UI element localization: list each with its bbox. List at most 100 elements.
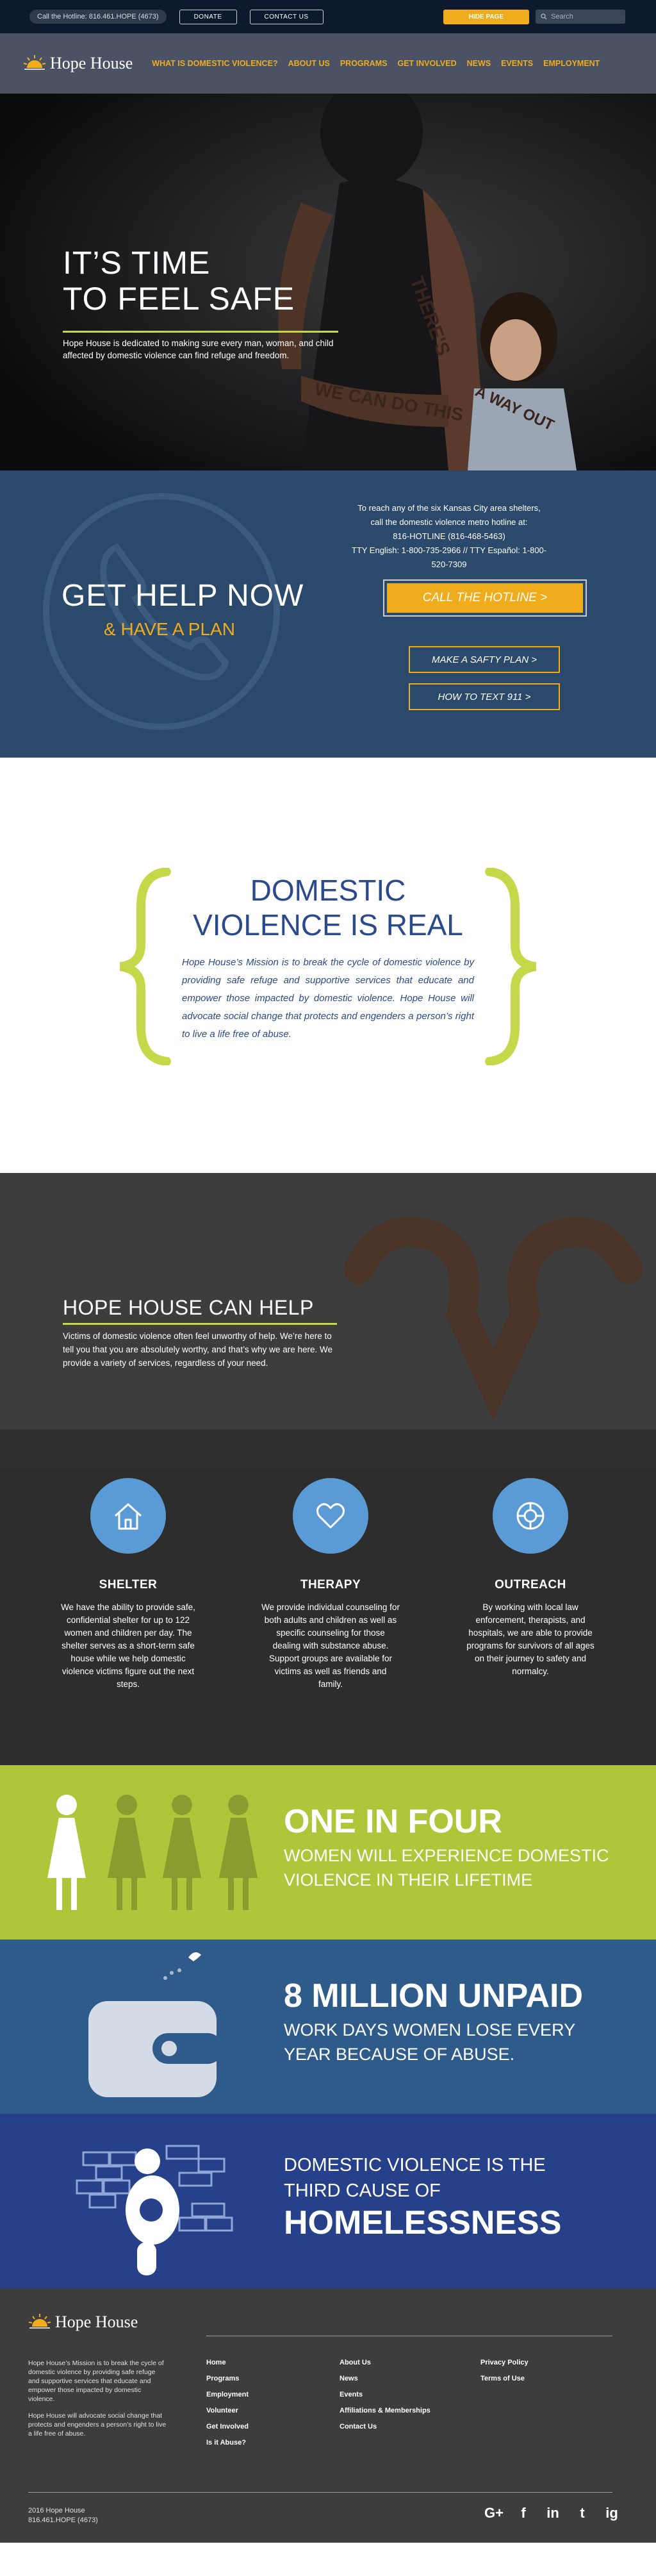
mission-text: Hope House’s Mission is to break the cyc… — [182, 957, 474, 1040]
search-input[interactable]: Search — [536, 10, 625, 24]
footer-link-is-it-abuse[interactable]: Is it Abuse? — [206, 2439, 249, 2447]
sun-logo-icon — [28, 2314, 51, 2329]
main-nav: Hope House WHAT IS DOMESTIC VIOLENCE? AB… — [0, 33, 656, 94]
footer-link-volunteer[interactable]: Volunteer — [206, 2407, 249, 2414]
hotline-pill[interactable]: Call the Hotline: 816.461.HOPE (4673) — [29, 10, 167, 24]
service-text-shelter: We have the ability to provide safe, con… — [61, 1602, 195, 1689]
stat1-title: ONE IN FOUR — [284, 1803, 502, 1840]
text-911-button[interactable]: HOW TO TEXT 911 > — [409, 683, 560, 710]
footer-link-contact-us[interactable]: Contact Us — [340, 2423, 430, 2431]
footer-link-terms[interactable]: Terms of Use — [480, 2375, 529, 2382]
get-help-section: To reach any of the six Kansas City area… — [0, 470, 656, 758]
facebook-icon[interactable]: f — [514, 2505, 533, 2522]
hotline-number: 816-HOTLINE (816-468-5463) — [393, 531, 505, 541]
footer-link-privacy[interactable]: Privacy Policy — [480, 2359, 529, 2366]
search-placeholder: Search — [551, 13, 573, 21]
service-title-shelter: SHELTER — [99, 1578, 158, 1591]
outreach-icon-circle — [493, 1478, 568, 1554]
service-outreach[interactable]: OUTREACH By working with local law enfor… — [454, 1478, 607, 1678]
stat-homelessness: DOMESTIC VIOLENCE IS THE THIRD CAUSE OF H… — [0, 2114, 656, 2288]
logo[interactable]: Hope House — [23, 54, 133, 73]
footer-link-news[interactable]: News — [340, 2375, 430, 2382]
footer-col-2: About Us News Events Affiliations & Memb… — [340, 2359, 430, 2439]
can-help-section: HOPE HOUSE CAN HELP Victims of domestic … — [0, 1173, 656, 1765]
call-hotline-label: CALL THE HOTLINE > — [387, 583, 583, 613]
heart-icon — [316, 1503, 345, 1529]
nav-item-what-is-dv[interactable]: WHAT IS DOMESTIC VIOLENCE? — [152, 59, 277, 68]
footer-bottom-divider — [28, 2492, 612, 2493]
footer-link-programs[interactable]: Programs — [206, 2375, 249, 2382]
hide-page-button[interactable]: HIDE PAGE — [443, 9, 529, 24]
social-links: G+ f in t ig — [484, 2505, 621, 2522]
footer-link-events[interactable]: Events — [340, 2391, 430, 2398]
stat2-text: WORK DAYS WOMEN LOSE EVERY YEAR BECAUSE … — [284, 2020, 575, 2064]
footer-copyright: 2016 Hope House 816.461.HOPE (4673) — [28, 2506, 98, 2525]
hero-title-line1: IT’S TIME — [63, 245, 211, 281]
logo-text: Hope House — [50, 54, 133, 72]
footer-col-3: Privacy Policy Terms of Use — [480, 2359, 529, 2391]
stat2-title: 8 MILLION UNPAID — [284, 1977, 584, 2015]
hero-section: THERE'S A WAY OUT WE CAN DO THIS IT’S TI… — [0, 94, 656, 470]
donate-button[interactable]: DONATE — [179, 9, 237, 24]
hotline-info: To reach any of the six Kansas City area… — [343, 501, 555, 572]
service-title-therapy: THERAPY — [300, 1578, 361, 1591]
nav-item-about-us[interactable]: ABOUT US — [288, 59, 330, 68]
nav-item-employment[interactable]: EMPLOYMENT — [543, 59, 600, 68]
service-text-therapy: We provide individual counseling for bot… — [261, 1602, 400, 1689]
footer-description: Hope House’s Mission is to break the cyc… — [28, 2359, 168, 2438]
therapy-icon-circle — [293, 1478, 368, 1554]
hero-title: IT’S TIME TO FEEL SAFE — [63, 245, 295, 317]
safety-plan-button[interactable]: MAKE A SAFTY PLAN > — [409, 646, 560, 673]
dv-title: DOMESTIC VIOLENCE IS REAL — [0, 873, 656, 942]
footer-col-1: Home Programs Employment Volunteer Get I… — [206, 2359, 249, 2455]
hotline-info-line2: call the domestic violence metro hotline… — [370, 517, 528, 527]
stat1-text: WOMEN WILL EXPERIENCE DOMESTIC VIOLENCE … — [284, 1846, 609, 1890]
hero-title-line2: TO FEEL SAFE — [63, 281, 295, 317]
google-plus-icon[interactable]: G+ — [484, 2505, 504, 2522]
page: Call the Hotline: 816.461.HOPE (4673) DO… — [0, 0, 656, 2543]
sun-logo-icon — [23, 55, 46, 70]
service-title-outreach: OUTREACH — [495, 1578, 566, 1591]
stat3-line2: THIRD CAUSE OF — [284, 2181, 441, 2201]
search-icon — [541, 13, 547, 20]
get-help-subtitle: & HAVE A PLAN — [104, 619, 235, 639]
footer-link-get-involved[interactable]: Get Involved — [206, 2423, 249, 2431]
footer-link-home[interactable]: Home — [206, 2359, 249, 2366]
nav-item-news[interactable]: NEWS — [467, 59, 491, 68]
service-therapy[interactable]: THERAPY We provide individual counseling… — [254, 1478, 407, 1691]
hotline-info-line1: To reach any of the six Kansas City area… — [357, 503, 541, 513]
hero-underline — [63, 331, 338, 333]
footer-logo-text: Hope House — [55, 2313, 138, 2331]
service-text-outreach: By working with local law enforcement, t… — [466, 1602, 594, 1676]
twitter-icon[interactable]: t — [573, 2505, 592, 2522]
nav-item-programs[interactable]: PROGRAMS — [340, 59, 388, 68]
stat3-line1: DOMESTIC VIOLENCE IS THE — [284, 2155, 546, 2175]
top-bar: Call the Hotline: 816.461.HOPE (4673) DO… — [0, 0, 656, 33]
stat3-text: DOMESTIC VIOLENCE IS THE THIRD CAUSE OF — [284, 2152, 617, 2204]
footer-link-affiliations[interactable]: Affiliations & Memberships — [340, 2407, 430, 2414]
footer-link-about-us[interactable]: About Us — [340, 2359, 430, 2366]
linkedin-icon[interactable]: in — [543, 2505, 562, 2522]
call-hotline-button[interactable]: CALL THE HOTLINE > — [383, 579, 587, 617]
footer-copy-1: 2016 Hope House — [28, 2507, 85, 2514]
dv-is-real-section: DOMESTIC VIOLENCE IS REAL Hope House’s Mi… — [0, 758, 656, 1173]
wallet-icon — [88, 1952, 223, 2097]
shelter-icon-circle — [90, 1478, 166, 1554]
footer-copy-2: 816.461.HOPE (4673) — [28, 2516, 98, 2524]
nav-item-get-involved[interactable]: GET INVOLVED — [397, 59, 456, 68]
dv-title-line1: DOMESTIC — [250, 874, 406, 907]
stat-one-in-four: ONE IN FOUR WOMEN WILL EXPERIENCE DOMEST… — [0, 1765, 656, 1940]
nav-menu: WHAT IS DOMESTIC VIOLENCE? ABOUT US PROG… — [152, 59, 600, 68]
contact-button[interactable]: CONTACT US — [249, 9, 324, 24]
women-figures-icon — [47, 1795, 258, 1910]
nav-item-events[interactable]: EVENTS — [501, 59, 533, 68]
footer-logo[interactable]: Hope House — [28, 2313, 138, 2332]
service-shelter[interactable]: SHELTER We have the ability to provide s… — [51, 1478, 205, 1691]
stat3-title: HOMELESSNESS — [284, 2204, 562, 2241]
can-help-intro: Victims of domestic violence often feel … — [63, 1331, 332, 1368]
lifebuoy-icon — [516, 1502, 545, 1530]
footer-desc-2: Hope House will advocate social change t… — [28, 2412, 167, 2438]
instagram-icon[interactable]: ig — [602, 2505, 621, 2522]
house-icon — [114, 1503, 142, 1530]
footer-link-employment[interactable]: Employment — [206, 2391, 249, 2398]
